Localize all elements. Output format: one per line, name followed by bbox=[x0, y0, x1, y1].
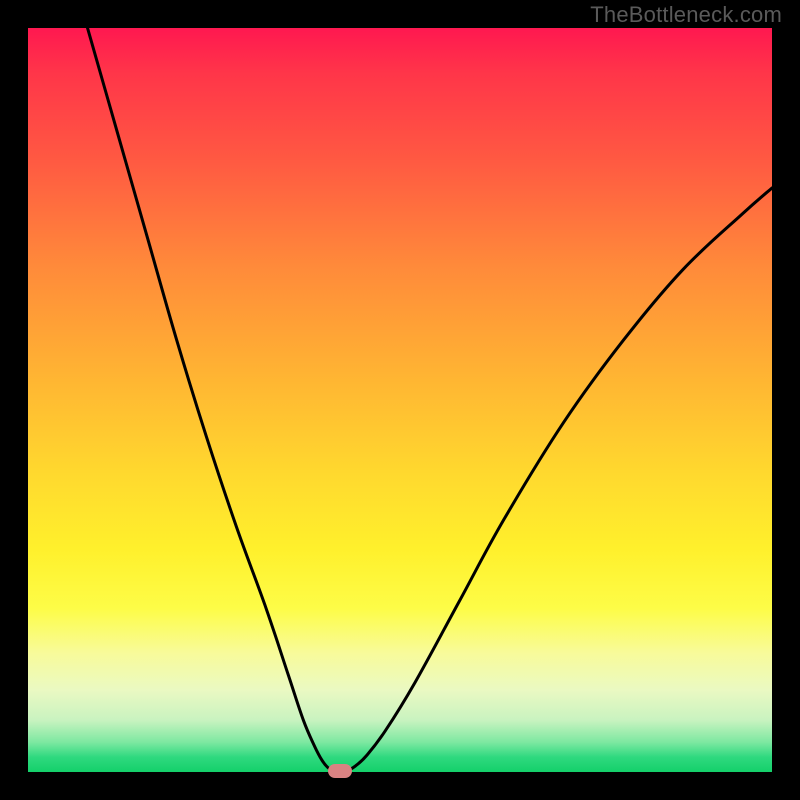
curve-right-branch bbox=[348, 188, 772, 771]
watermark-text: TheBottleneck.com bbox=[590, 2, 782, 28]
curve-left-branch bbox=[88, 28, 334, 771]
minimum-marker bbox=[328, 764, 352, 778]
plot-area bbox=[28, 28, 772, 772]
chart-frame: TheBottleneck.com bbox=[0, 0, 800, 800]
curve-layer bbox=[28, 28, 772, 772]
